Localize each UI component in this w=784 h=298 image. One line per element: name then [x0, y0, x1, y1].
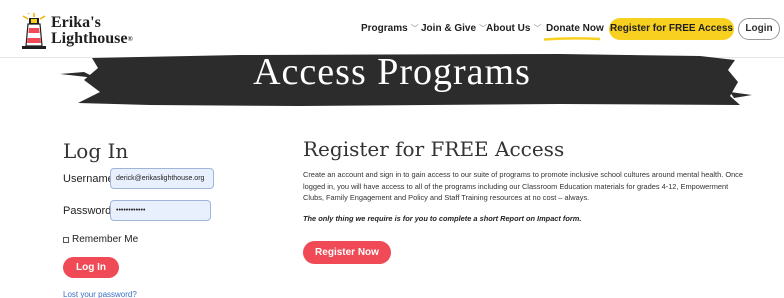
lost-password-link[interactable]: Lost your password? [63, 290, 137, 298]
username-label: Username [63, 173, 114, 185]
registered-mark: ® [127, 35, 133, 43]
register-note: The only thing we require is for you to … [303, 214, 582, 223]
password-input[interactable]: •••••••••••• [110, 200, 211, 221]
logo-line-1: Erika's [51, 14, 101, 31]
lighthouse-icon [22, 13, 46, 49]
login-button[interactable]: Login [738, 18, 780, 40]
password-label: Password [63, 205, 112, 217]
logo-wordmark: Erika's Lighthouse® [51, 15, 133, 47]
nav-donate-now-label: Donate Now [546, 23, 604, 34]
register-now-button[interactable]: Register Now [303, 241, 391, 264]
register-description: Create an account and sign in to gain ac… [303, 170, 743, 202]
nav-programs-label: Programs [361, 23, 408, 34]
chevron-down-icon: ﹀ [410, 24, 419, 33]
chevron-down-icon: ﹀ [533, 24, 542, 33]
nav-join-give-label: Join & Give [421, 23, 477, 34]
remember-me-row[interactable]: Remember Me [63, 234, 138, 245]
nav-join-give[interactable]: Join & Give ﹀ [421, 18, 487, 40]
remember-me-label: Remember Me [72, 234, 139, 245]
remember-me-checkbox[interactable] [63, 236, 69, 243]
log-in-submit-button[interactable]: Log In [63, 257, 119, 278]
username-input[interactable]: derick@erikaslighthouse.org [110, 168, 214, 189]
login-heading: Log In [63, 139, 129, 163]
logo-line-2: Lighthouse [51, 30, 128, 47]
nav-programs[interactable]: Programs ﹀ [361, 18, 419, 40]
site-logo[interactable]: Erika's Lighthouse® [20, 13, 170, 49]
register-free-access-button[interactable]: Register for FREE Access [609, 18, 734, 40]
nav-about-us[interactable]: About Us ﹀ [486, 18, 541, 40]
page-title: Access Programs [253, 51, 531, 93]
register-heading: Register for FREE Access [303, 137, 565, 161]
donate-underline-decoration [544, 37, 600, 41]
nav-about-us-label: About Us [486, 23, 531, 34]
site-header: Erika's Lighthouse® Programs ﹀ Join & Giv… [0, 0, 784, 58]
